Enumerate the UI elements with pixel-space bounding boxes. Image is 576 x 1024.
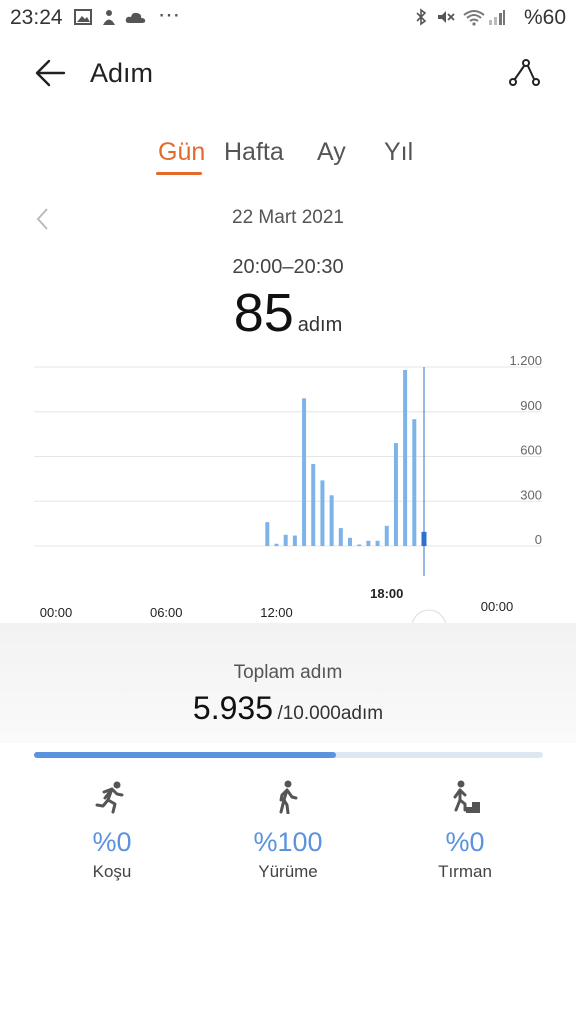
- activity-label: Tırman: [438, 862, 492, 881]
- tab-day[interactable]: Gün: [158, 138, 205, 167]
- bar: [338, 528, 343, 546]
- tab-week[interactable]: Hafta: [224, 138, 284, 167]
- bluetooth-icon: [416, 8, 427, 26]
- run-icon: [95, 781, 124, 814]
- route-icon[interactable]: [508, 58, 542, 88]
- activity-label: Yürüme: [258, 862, 318, 881]
- y-tick-label: 300: [520, 487, 542, 502]
- selected-steps: 85 adım: [0, 282, 576, 344]
- walk-icon: [279, 780, 298, 815]
- person-icon: [103, 10, 115, 25]
- battery-level: %60: [523, 6, 566, 29]
- y-tick-label: 600: [520, 443, 542, 458]
- wifi-icon: [463, 10, 485, 26]
- activity-percent: %0: [92, 827, 132, 857]
- tab-month[interactable]: Ay: [317, 138, 346, 167]
- bar: [375, 540, 380, 546]
- bar: [320, 480, 325, 546]
- activity-climb: %0 Tırman: [385, 780, 545, 882]
- cloud-icon: [125, 12, 146, 23]
- x-tick-label: 06:00: [150, 605, 183, 620]
- bar: [265, 522, 270, 546]
- back-arrow-icon[interactable]: [34, 58, 66, 88]
- bar: [384, 525, 389, 546]
- activity-run: %0 Koşu: [32, 780, 192, 882]
- more-icon: ⋯: [158, 2, 180, 27]
- total-steps-label: Toplam adım: [233, 662, 343, 683]
- activity-percent: %0: [445, 827, 485, 857]
- y-tick-label: 1.200: [509, 353, 542, 368]
- y-tick-label: 0: [535, 532, 542, 547]
- bar: [403, 369, 408, 546]
- bar: [348, 537, 352, 546]
- steps-goal: /10.000adım: [277, 703, 384, 724]
- page-title: Adım: [90, 58, 154, 88]
- bar: [292, 535, 297, 546]
- x-tick-label: 00:00: [481, 599, 514, 614]
- status-time: 23:24: [10, 6, 63, 29]
- bar: [366, 540, 371, 546]
- bar: [329, 495, 334, 546]
- date-label: 22 Mart 2021: [232, 207, 344, 228]
- x-tick-label: 12:00: [260, 605, 293, 620]
- bar: [302, 398, 307, 546]
- steps-unit: adım: [297, 314, 343, 336]
- tab-underline: [156, 172, 202, 175]
- x-tick-label: 00:00: [40, 605, 73, 620]
- bar: [283, 534, 288, 546]
- bar: [357, 544, 362, 546]
- bar: [412, 419, 417, 546]
- activity-percent: %100: [253, 827, 323, 857]
- climb-icon: [450, 780, 480, 813]
- y-tick-label: 900: [520, 398, 542, 413]
- tab-year[interactable]: Yıl: [384, 138, 413, 167]
- steps-value: 85: [233, 283, 294, 343]
- image-icon: [74, 9, 92, 25]
- bar: [311, 463, 316, 546]
- progress-fill: [34, 752, 336, 758]
- activity-walk: %100 Yürüme: [208, 780, 368, 882]
- total-steps-value: 5.935: [192, 690, 273, 726]
- steps-chart[interactable]: 1.200 900 600 300 0 00:00 06:00 12:00 18:00 00:00: [0, 345, 576, 645]
- signal-icon: [489, 10, 505, 25]
- bar: [274, 543, 279, 546]
- selected-time-range: 20:00–20:30: [232, 256, 344, 278]
- total-steps: 5.935 /10.000adım: [0, 690, 576, 727]
- mute-icon: [438, 11, 455, 23]
- x-tick-label: 18:00: [370, 586, 403, 601]
- bar: [393, 443, 398, 546]
- activity-label: Koşu: [92, 862, 132, 881]
